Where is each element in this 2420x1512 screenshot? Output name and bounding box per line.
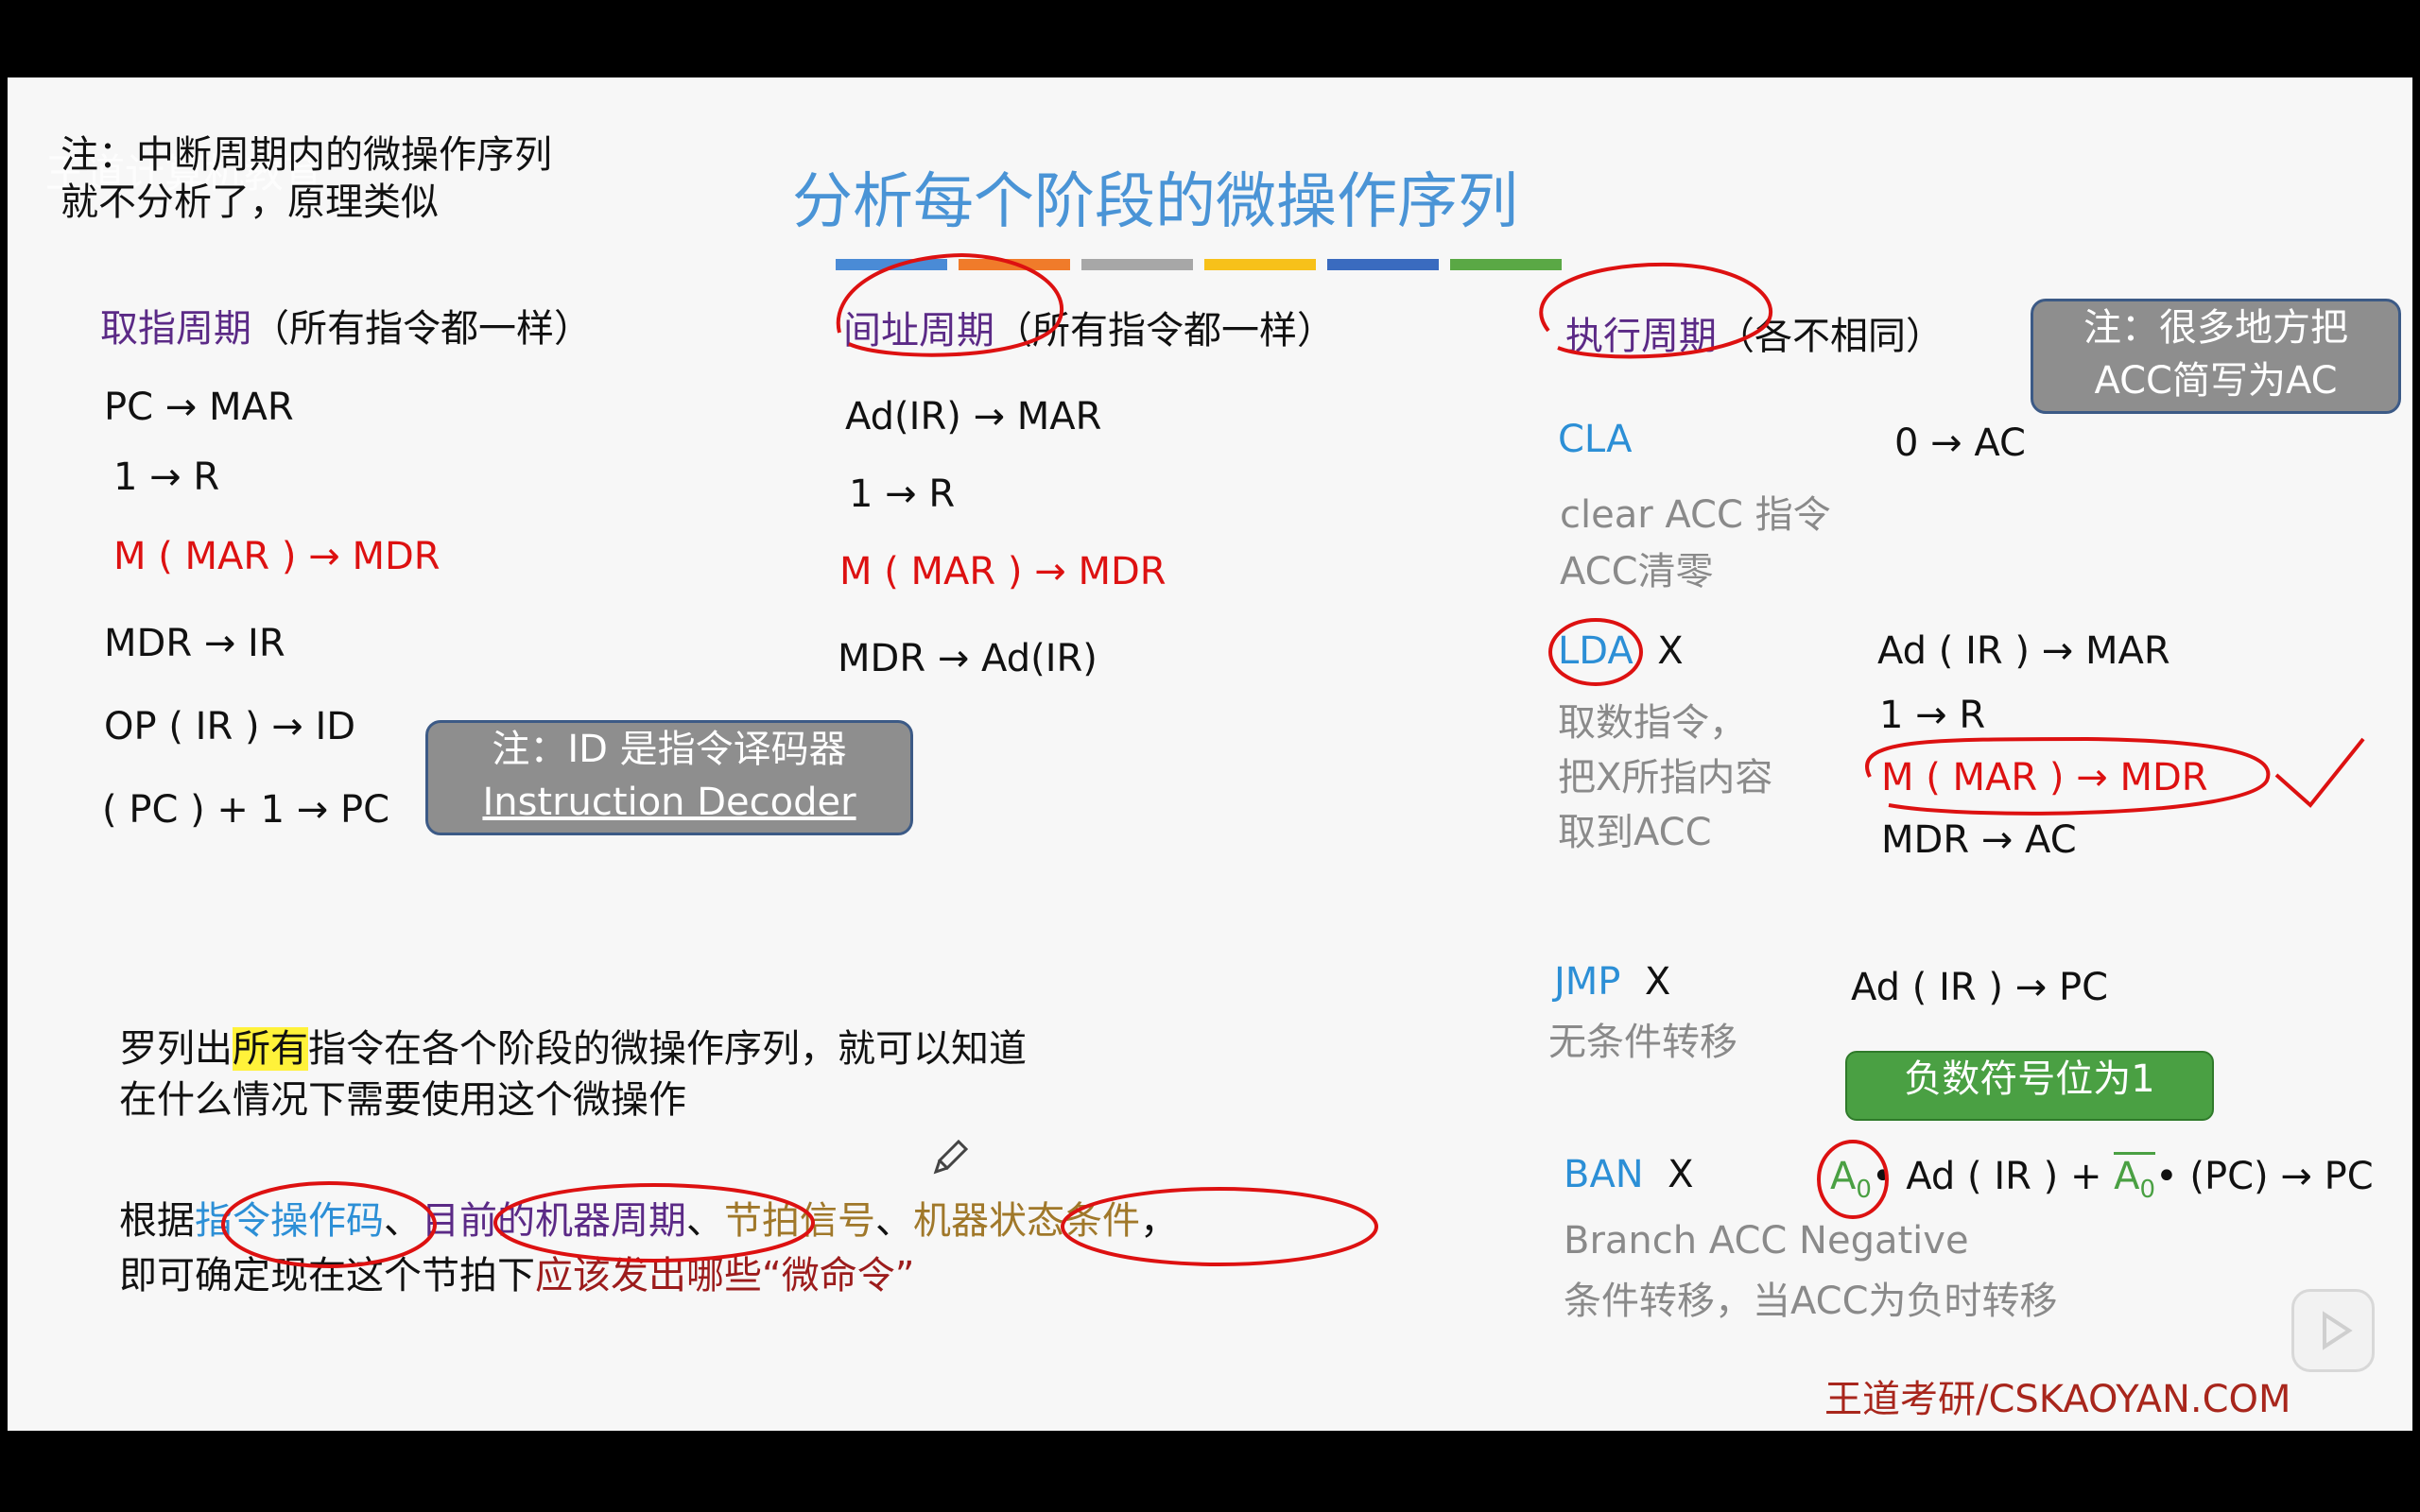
ink-circle-a0 — [1817, 1140, 1889, 1219]
ink-circle-indirect — [836, 252, 1063, 357]
ink-circle-state — [1061, 1187, 1378, 1266]
ink-circle-execute — [1539, 262, 1773, 359]
ink-checkmark — [2274, 737, 2365, 808]
ink-circle-lda — [1548, 618, 1643, 686]
pen-cursor-icon — [933, 1139, 969, 1175]
slide: 王道计算机教育 注：中断周期内的微操作序列 就不分析了，原理类似 分析每个阶段的… — [8, 77, 2412, 1431]
ink-circle-cycle — [493, 1183, 815, 1263]
ink-circle-opcode — [221, 1181, 437, 1268]
ink-circle-mdr — [1865, 736, 2271, 816]
handwritten-annotations — [221, 252, 2365, 1268]
